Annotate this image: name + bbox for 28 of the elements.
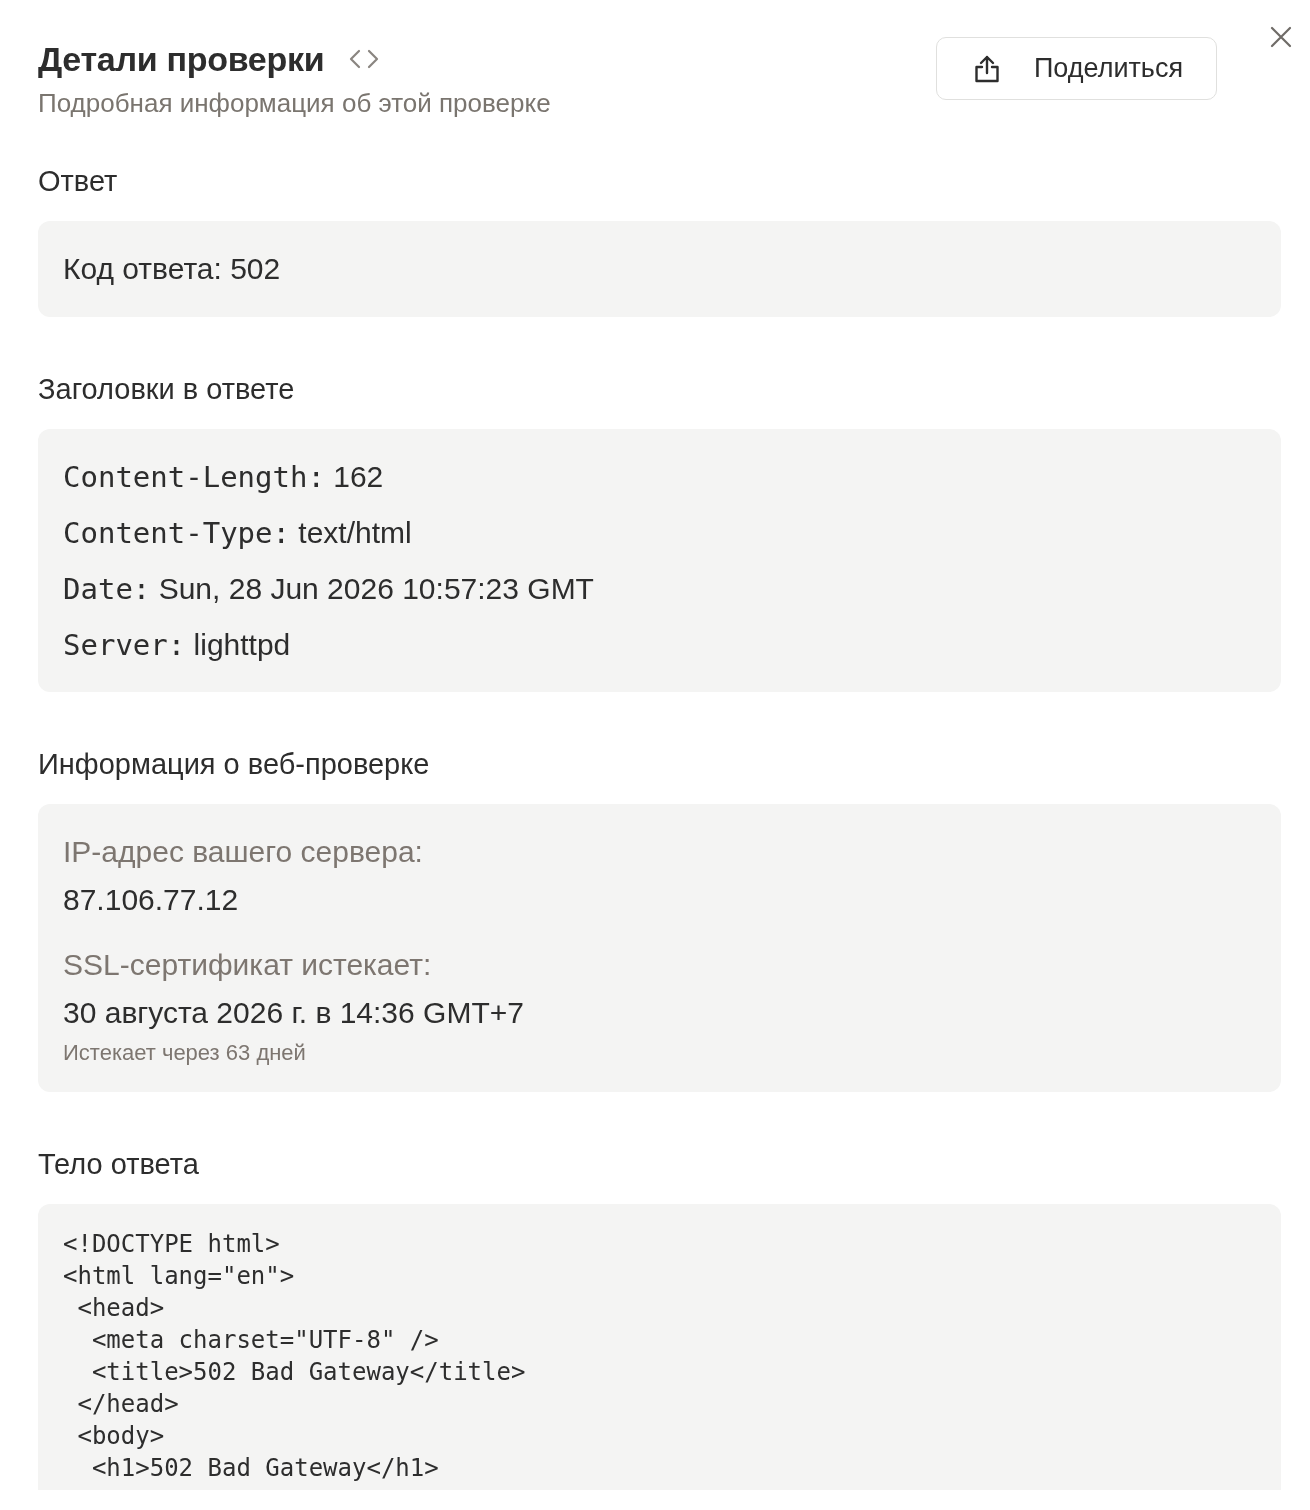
- field-label: SSL-сертификат истекает:: [63, 947, 433, 983]
- field-label: IP-адрес вашего сервера:: [63, 834, 424, 870]
- code-line: <!DOCTYPE html>: [63, 1229, 281, 1260]
- section-heading: Информация о веб-проверке: [38, 747, 431, 782]
- section-heading: Заголовки в ответе: [38, 372, 296, 407]
- header-line: Content-Type: text/html: [63, 515, 413, 552]
- status-code-text: Код ответа: 502: [63, 252, 281, 285]
- share-icon: [973, 54, 1000, 83]
- expiry-note: Истекает через 63 дней: [63, 1039, 307, 1067]
- field-value: 30 августа 2026 г. в 14:36 GMT+7: [63, 995, 525, 1031]
- code-icon[interactable]: [349, 49, 380, 69]
- section-heading: Ответ: [38, 164, 119, 199]
- code-line: </head>: [76, 1389, 180, 1420]
- section-heading: Тело ответа: [38, 1147, 200, 1182]
- close-icon[interactable]: [1270, 26, 1292, 48]
- code-line: <body>: [76, 1421, 166, 1452]
- code-line: <meta charset="UTF-8" />: [90, 1325, 440, 1356]
- dialog-title: Детали проверки: [38, 39, 325, 80]
- header-line: Content-Length: 162: [63, 459, 385, 496]
- header-line: Date: Sun, 28 Jun 2026 10:57:23 GMT: [63, 571, 595, 608]
- header-line: Server: lighttpd: [63, 627, 292, 664]
- code-line: <title>502 Bad Gateway</title>: [90, 1357, 527, 1388]
- dialog-subtitle: Подробная информация об этой проверке: [38, 87, 552, 120]
- share-button[interactable]: Поделиться: [936, 37, 1217, 100]
- code-line: <head>: [76, 1293, 166, 1324]
- field-value: 87.106.77.12: [63, 882, 240, 918]
- code-line: <h1>502 Bad Gateway</h1>: [90, 1453, 440, 1484]
- code-line: <html lang="en">: [63, 1261, 296, 1292]
